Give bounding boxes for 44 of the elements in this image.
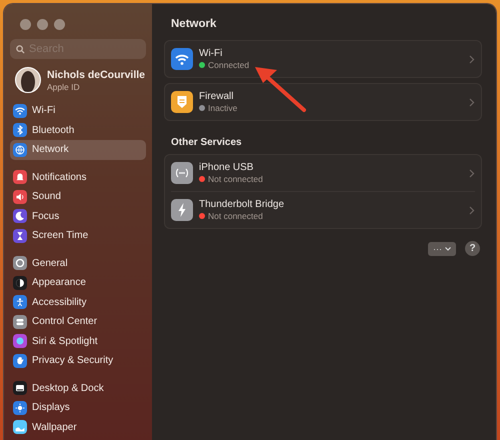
sidebar-item[interactable]: Accessibility [10, 292, 146, 312]
chevron-icon[interactable] [469, 168, 475, 178]
sidebar-item[interactable]: Screen Time [10, 226, 146, 246]
lightning-icon [171, 199, 193, 221]
chevron-icon[interactable] [469, 54, 475, 64]
service-name[interactable]: iPhone USB [199, 162, 463, 173]
account-subtitle: Apple ID [47, 82, 81, 92]
window-control-button[interactable] [37, 19, 48, 30]
service-name[interactable]: Wi-Fi [199, 48, 463, 59]
status-text: Not connected [208, 174, 263, 184]
section-heading: Other Services [171, 137, 243, 148]
status-text: Inactive [208, 103, 238, 113]
sidebar-item[interactable]: Focus [10, 206, 146, 226]
service-name[interactable]: Firewall [199, 91, 463, 102]
sidebar-item[interactable]: Sound [10, 187, 146, 206]
sidebar-item[interactable]: Siri & Spotlight [10, 332, 146, 351]
sidebar-item[interactable]: Bluetooth [10, 120, 146, 140]
shield-icon [171, 91, 193, 113]
sidebar-item[interactable]: Wi-Fi [10, 101, 146, 120]
sidebar-item[interactable]: Control Center [10, 312, 146, 332]
caret-icon [445, 246, 451, 250]
avatar[interactable] [15, 67, 41, 93]
chevron-icon[interactable] [469, 206, 475, 214]
sidebar-item[interactable]: Displays [10, 398, 146, 418]
sidebar-item[interactable]: General [10, 254, 146, 273]
window-control-button[interactable] [54, 19, 65, 30]
account-name[interactable]: Nichols deCourville [47, 68, 146, 80]
page-title: Network [171, 18, 218, 30]
search-icon [16, 44, 25, 54]
sidebar-item[interactable]: Wallpaper [10, 418, 146, 437]
more-button[interactable]: ··· [428, 242, 456, 256]
status-text: Connected [208, 60, 250, 70]
sidebar-item[interactable]: Desktop & Dock [10, 378, 146, 398]
help-button[interactable]: ? [465, 241, 480, 256]
window-control-button[interactable] [20, 19, 31, 30]
status-text: Not connected [208, 211, 263, 221]
sidebar-item[interactable]: Privacy & Security [10, 351, 146, 370]
sidebar-item[interactable]: Network [10, 140, 146, 160]
wifi-icon [171, 48, 193, 70]
dots-icon [171, 162, 193, 184]
chevron-icon[interactable] [469, 98, 475, 106]
sidebar-item[interactable]: Notifications [10, 168, 146, 187]
service-name[interactable]: Thunderbolt Bridge [199, 199, 463, 210]
sidebar-item[interactable]: Appearance [10, 273, 146, 292]
